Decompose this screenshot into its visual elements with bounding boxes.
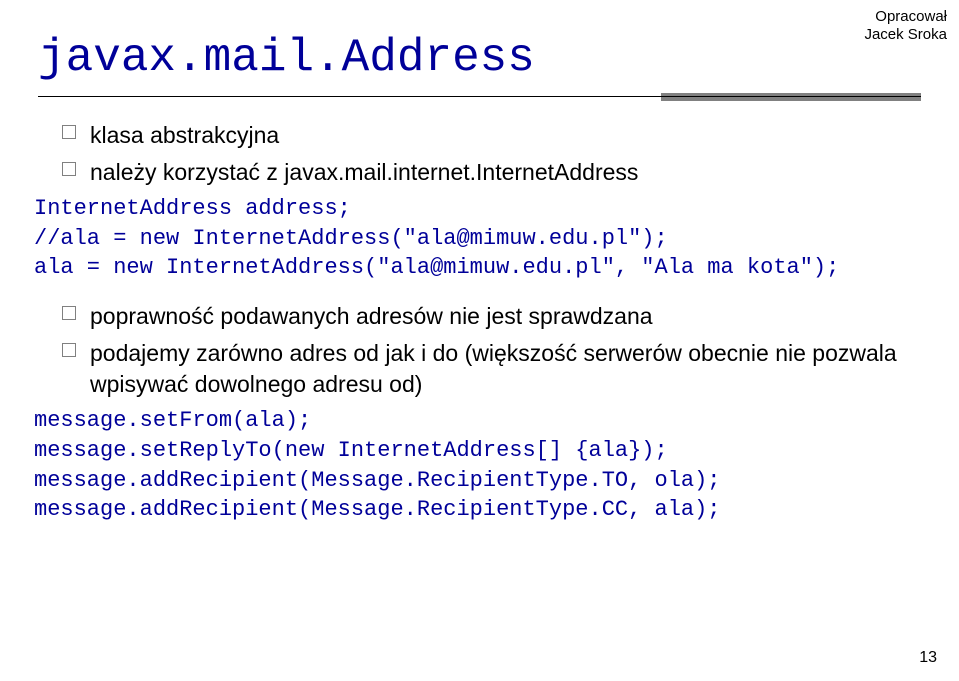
bullet-icon [62, 162, 76, 176]
code-line: message.addRecipient(Message.RecipientTy… [34, 495, 911, 525]
bullet-item: poprawność podawanych adresów nie jest s… [62, 301, 911, 332]
code-block: message.setFrom(ala); message.setReplyTo… [34, 406, 911, 525]
code-line: message.setReplyTo(new InternetAddress[]… [34, 436, 911, 466]
code-line: message.addRecipient(Message.RecipientTy… [34, 466, 911, 496]
author-credit: Opracował Jacek Sroka [864, 8, 947, 44]
code-line: message.setFrom(ala); [34, 406, 911, 436]
bullet-item: klasa abstrakcyjna [62, 120, 911, 151]
page-number: 13 [919, 649, 937, 667]
title-rule-accent [661, 93, 921, 101]
slide-body: klasa abstrakcyjna należy korzystać z ja… [62, 120, 911, 525]
slide-title: javax.mail.Address [38, 32, 535, 84]
title-rule-line [38, 96, 921, 97]
bullet-text: podajemy zarówno adres od jak i do (więk… [90, 338, 911, 400]
code-line: ala = new InternetAddress("ala@mimuw.edu… [34, 253, 911, 283]
author-line1: Opracował [864, 8, 947, 26]
author-line2: Jacek Sroka [864, 26, 947, 44]
bullet-item: należy korzystać z javax.mail.internet.I… [62, 157, 911, 188]
bullet-icon [62, 343, 76, 357]
bullet-icon [62, 306, 76, 320]
code-line: InternetAddress address; [34, 194, 911, 224]
bullet-text: poprawność podawanych adresów nie jest s… [90, 301, 653, 332]
title-rule [38, 96, 921, 102]
bullet-icon [62, 125, 76, 139]
code-line: //ala = new InternetAddress("ala@mimuw.e… [34, 224, 911, 254]
bullet-item: podajemy zarówno adres od jak i do (więk… [62, 338, 911, 400]
code-block: InternetAddress address; //ala = new Int… [34, 194, 911, 283]
bullet-text: klasa abstrakcyjna [90, 120, 279, 151]
bullet-text: należy korzystać z javax.mail.internet.I… [90, 157, 638, 188]
bullet-group: poprawność podawanych adresów nie jest s… [62, 301, 911, 400]
